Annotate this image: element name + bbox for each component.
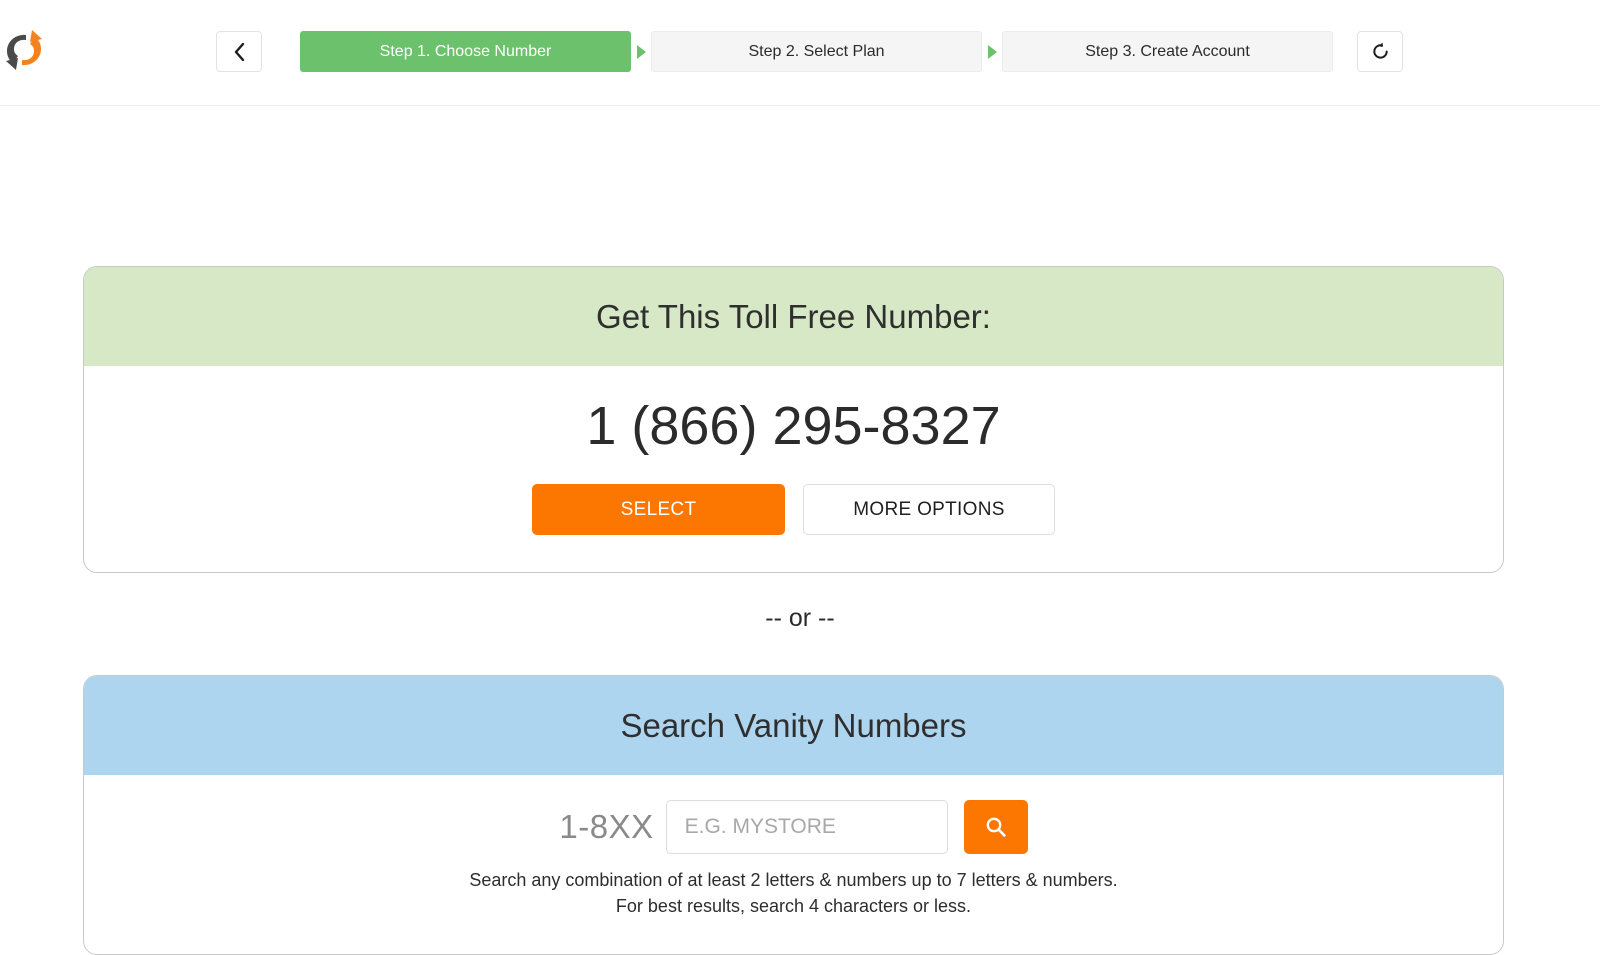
reload-button[interactable] — [1357, 31, 1403, 72]
step-tab-3[interactable]: Step 3. Create Account — [1002, 31, 1333, 72]
rotate-counterclockwise-icon — [1372, 42, 1388, 59]
step-tab-1[interactable]: Step 1. Choose Number — [300, 31, 631, 72]
refresh-circular-arrows-logo[interactable] — [4, 28, 44, 72]
vanity-hint-line-1: Search any combination of at least 2 let… — [469, 870, 1118, 890]
chevron-left-icon — [234, 42, 244, 61]
step-tab-2[interactable]: Step 2. Select Plan — [651, 31, 982, 72]
toll-free-number-card: Get This Toll Free Number: 1 (866) 295-8… — [83, 266, 1504, 573]
magnifying-glass-icon — [986, 817, 1006, 837]
back-button[interactable] — [216, 31, 262, 72]
number-card-heading: Get This Toll Free Number: — [84, 267, 1503, 366]
vanity-search-card: Search Vanity Numbers 1-8XX Search any c… — [83, 675, 1504, 955]
vanity-hint-line-2: For best results, search 4 characters or… — [615, 895, 972, 916]
vanity-hint: Search any combination of at least 2 let… — [469, 868, 1117, 919]
vanity-card-heading: Search Vanity Numbers — [84, 676, 1503, 775]
or-divider: -- or -- — [765, 604, 835, 632]
more-options-button[interactable]: MORE OPTIONS — [803, 484, 1055, 535]
select-button[interactable]: SELECT — [532, 484, 785, 535]
step-navigation: Step 1. Choose Number Step 2. Select Pla… — [216, 31, 1333, 72]
number-card-body: 1 (866) 295-8327 SELECT MORE OPTIONS — [84, 366, 1503, 535]
step-separator-1 — [631, 31, 651, 72]
vanity-card-body: 1-8XX Search any combination of at least… — [84, 775, 1503, 919]
step-separator-2 — [982, 31, 1002, 72]
vanity-search-row: 1-8XX — [559, 800, 1028, 854]
vanity-search-input[interactable] — [665, 800, 948, 854]
vanity-prefix-label: 1-8XX — [559, 808, 654, 845]
number-card-actions: SELECT MORE OPTIONS — [532, 484, 1055, 535]
vanity-search-button[interactable] — [963, 800, 1028, 854]
top-step-bar: Step 1. Choose Number Step 2. Select Pla… — [0, 0, 1600, 106]
phone-number-value: 1 (866) 295-8327 — [586, 396, 1001, 456]
